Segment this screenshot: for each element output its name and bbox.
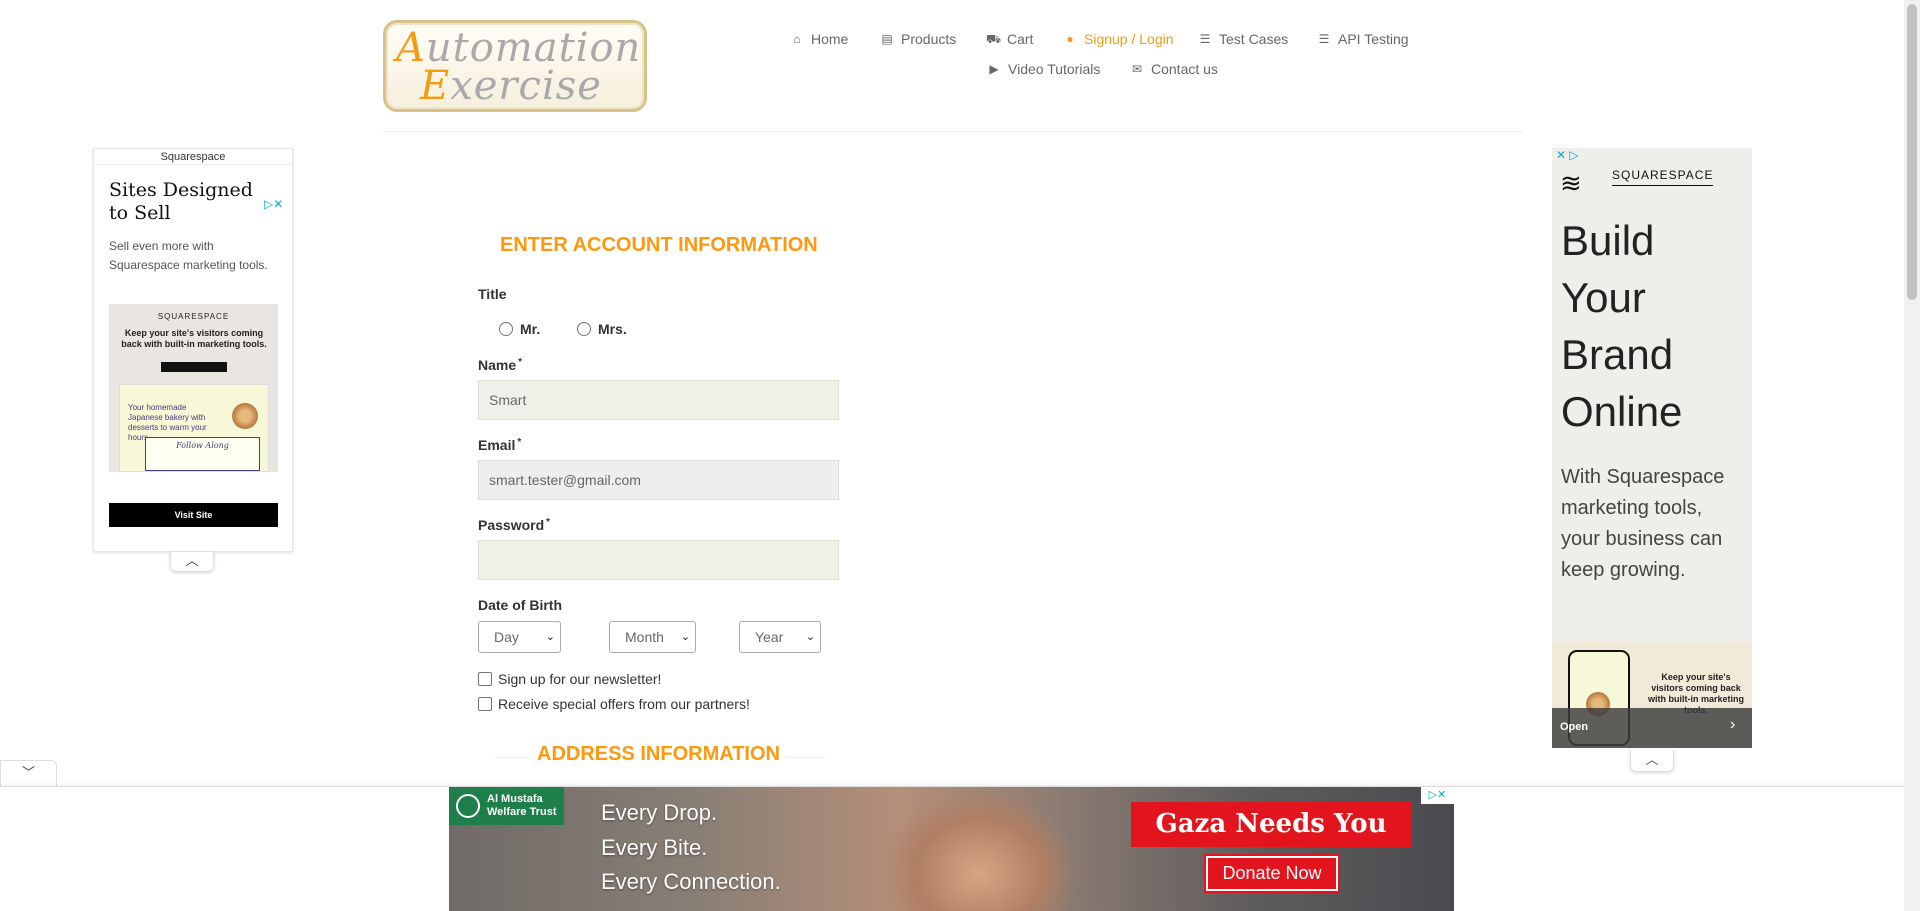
checkbox-label: Sign up for our newsletter! xyxy=(498,671,662,687)
logo-line-2: Exercise xyxy=(420,63,602,109)
chevron-down-icon: ⌄ xyxy=(805,631,815,643)
visit-site-button[interactable]: Visit Site xyxy=(109,503,278,527)
ad-line-1: Every Drop. xyxy=(601,800,718,825)
radio-label: Mr. xyxy=(520,321,541,337)
chevron-down-icon: ⌄ xyxy=(680,631,690,643)
left-advertisement[interactable]: Squarespace Sites Designed to Sell ▷✕ Se… xyxy=(93,148,293,552)
ad-brand: Squarespace xyxy=(94,149,292,165)
ad-text: Sell even more with Squarespace marketin… xyxy=(109,239,268,272)
chevron-down-icon: ⌄ xyxy=(545,631,555,643)
month-select[interactable]: Month ⌄ xyxy=(609,621,696,653)
envelope-icon: ✉ xyxy=(1131,62,1143,76)
nav-cart[interactable]: ⛟ Cart xyxy=(986,31,1033,47)
ad-title[interactable]: Sites Designed to Sell xyxy=(109,179,269,225)
bottom-advertisement[interactable]: Al Mustafa Welfare Trust Every Drop. Eve… xyxy=(449,787,1454,911)
adchoices-icon[interactable]: ▷✕ xyxy=(264,197,283,211)
nav-label: Video Tutorials xyxy=(1008,61,1101,77)
nav-label: Cart xyxy=(1007,31,1034,47)
youtube-icon: ▶ xyxy=(989,62,999,76)
org-logo-icon xyxy=(456,794,480,818)
nav-signup-login[interactable]: ● Signup / Login xyxy=(1063,31,1174,47)
ad-image-bar xyxy=(161,362,227,372)
nav-products[interactable]: ▤ Products xyxy=(880,31,956,47)
ad-image-follow: Follow Along xyxy=(145,437,260,471)
ad-headline: Build Your Brand Online xyxy=(1561,217,1683,435)
nav-label: Products xyxy=(901,31,957,47)
day-select[interactable]: Day ⌄ xyxy=(478,621,561,653)
ad-brand: SQUARESPACE xyxy=(1612,168,1714,186)
radio-button[interactable] xyxy=(499,322,513,336)
list-icon: ☰ xyxy=(1318,32,1330,46)
email-label: Email * xyxy=(478,437,522,453)
home-icon: ⌂ xyxy=(793,32,801,46)
password-input[interactable] xyxy=(478,540,839,580)
open-ad-button[interactable]: Open xyxy=(1560,721,1588,733)
nav-home[interactable]: ⌂ Home xyxy=(790,31,848,47)
email-input[interactable]: smart.tester@gmail.com xyxy=(478,460,839,500)
nav-contact-us[interactable]: ✉ Contact us xyxy=(1130,61,1218,77)
right-advertisement[interactable]: ✕ ▷ ≋ SQUARESPACE Build Your Brand Onlin… xyxy=(1552,148,1752,748)
lock-icon: ● xyxy=(1066,32,1074,46)
ad-open-bar[interactable]: Open › xyxy=(1552,708,1752,748)
collapse-ad-button[interactable]: ︿ xyxy=(1630,750,1674,772)
collapse-bottom-ad-button[interactable]: ﹀ xyxy=(0,760,57,786)
nav-video-tutorials[interactable]: ▶ Video Tutorials xyxy=(987,61,1100,77)
name-label: Name * xyxy=(478,357,523,373)
nav-label: Test Cases xyxy=(1219,31,1289,47)
date-of-birth-label: Date of Birth xyxy=(478,597,562,613)
radio-button[interactable] xyxy=(577,322,591,336)
chevron-right-icon[interactable]: › xyxy=(1730,716,1735,734)
title-mr-radio[interactable]: Mr. xyxy=(499,321,540,337)
nav-label: Contact us xyxy=(1151,61,1218,77)
header-divider xyxy=(383,131,1523,132)
ad-image-brand: SQUARESPACE xyxy=(157,312,230,321)
main-nav: ⌂ Home ▤ Products ⛟ Cart ● Signup / Login ☰ T… xyxy=(760,24,1440,84)
title-mrs-radio[interactable]: Mrs. xyxy=(577,321,627,337)
checkbox[interactable] xyxy=(478,672,492,686)
site-logo[interactable]: Automation Exercise xyxy=(383,20,647,112)
ad-image[interactable]: SQUARESPACE Keep your site's visitors co… xyxy=(109,304,278,472)
cart-icon: ⛟ xyxy=(986,32,1002,46)
ad-line-3: Every Connection. xyxy=(601,869,781,894)
page: Automation Exercise ⌂ Home ▤ Products ⛟ Car… xyxy=(0,0,1920,911)
divider xyxy=(494,757,530,758)
nav-label: Signup / Login xyxy=(1084,31,1174,47)
scrollbar-thumb[interactable] xyxy=(1907,4,1917,300)
adchoices-icon[interactable]: ▷✕ xyxy=(1421,787,1454,804)
divider xyxy=(785,757,825,758)
ad-line-2: Every Bite. xyxy=(601,835,708,860)
page-scrollbar[interactable] xyxy=(1904,0,1920,911)
password-label: Password * xyxy=(478,517,551,533)
checkbox[interactable] xyxy=(478,697,492,711)
nav-label: Home xyxy=(811,31,849,47)
ad-image-headline: Keep your site's visitors coming back wi… xyxy=(121,328,267,349)
nav-api-testing[interactable]: ☰ API Testing xyxy=(1317,31,1409,47)
offers-checkbox[interactable]: Receive special offers from our partners… xyxy=(478,696,750,712)
nav-test-cases[interactable]: ☰ Test Cases xyxy=(1198,31,1289,47)
adchoices-icon[interactable]: ✕ ▷ xyxy=(1556,148,1579,162)
account-info-title: ENTER ACCOUNT INFORMATION xyxy=(500,234,818,256)
collapse-ad-button[interactable]: ︿ xyxy=(170,552,214,572)
radio-label: Mrs. xyxy=(598,321,627,337)
donate-now-button[interactable]: Donate Now xyxy=(1204,854,1340,893)
ad-image-card: Your homemade Japanese bakery with desse… xyxy=(119,384,269,472)
ad-headline: Gaza Needs You xyxy=(1131,802,1411,847)
year-select[interactable]: Year ⌄ xyxy=(739,621,821,653)
title-label: Title xyxy=(478,286,507,302)
newsletter-checkbox[interactable]: Sign up for our newsletter! xyxy=(478,671,661,687)
cookie-image xyxy=(232,403,258,429)
checkbox-label: Receive special offers from our partners… xyxy=(498,696,750,712)
address-info-title: ADDRESS INFORMATION xyxy=(537,743,780,765)
list-icon: ☰ xyxy=(1199,32,1211,46)
name-input[interactable]: Smart xyxy=(478,380,839,420)
ad-photo xyxy=(879,787,1079,911)
ad-text: With Squarespace marketing tools, your b… xyxy=(1561,466,1725,581)
products-icon: ▤ xyxy=(881,32,893,46)
squarespace-logo-icon: ≋ xyxy=(1560,168,1582,198)
nav-label: API Testing xyxy=(1338,31,1409,47)
